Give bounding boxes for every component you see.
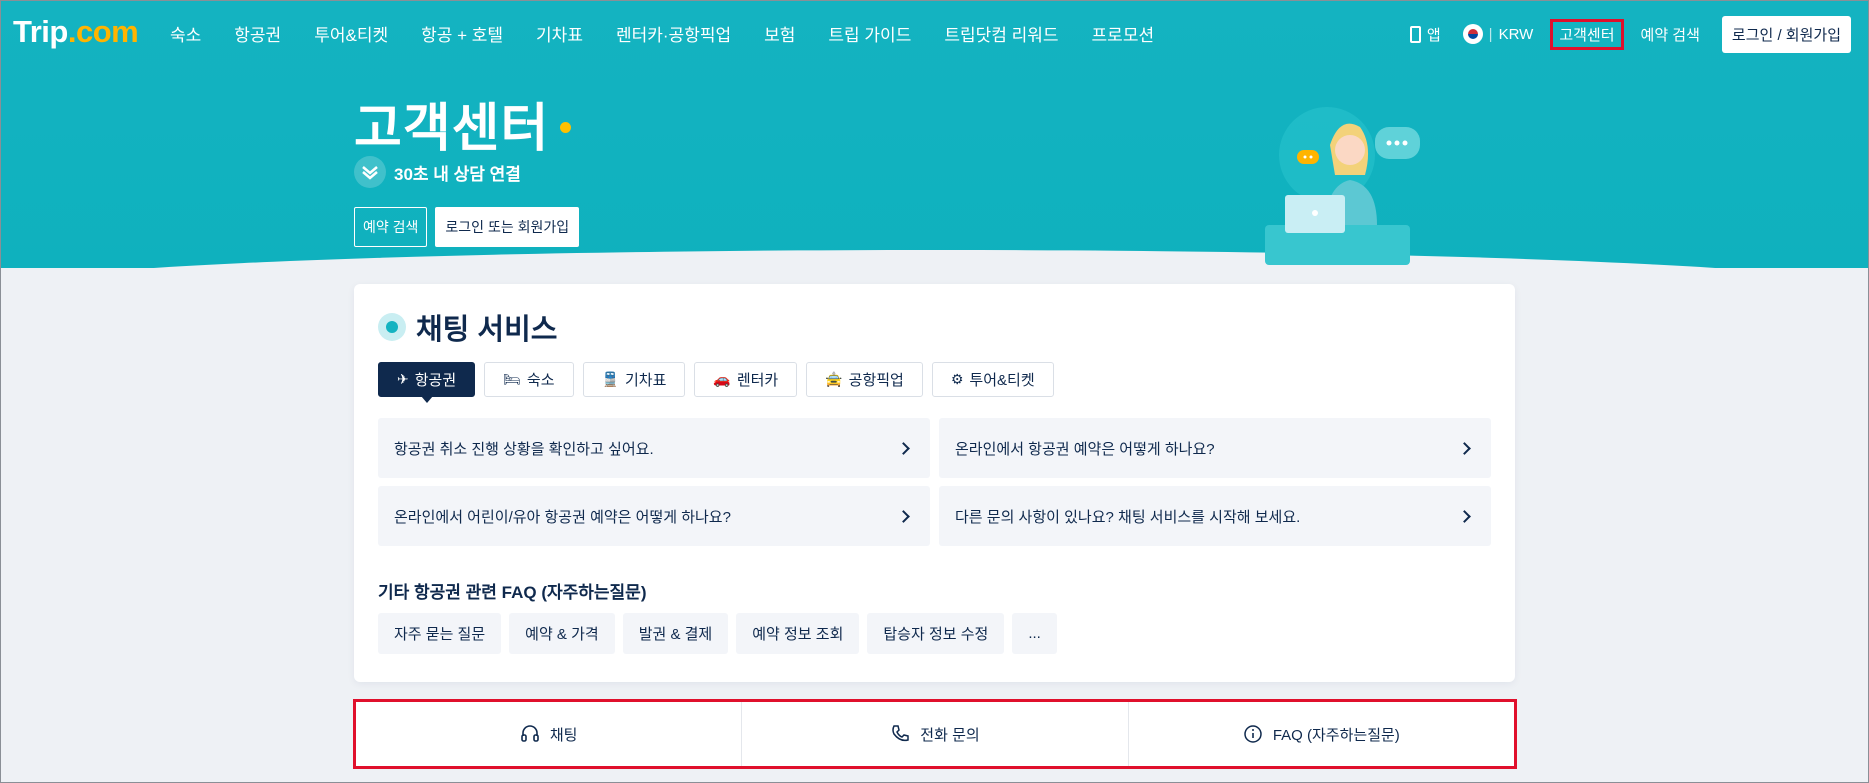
contact-options-bar: 채팅 전화 문의 FAQ (자주하는질문): [353, 699, 1517, 769]
faq-chip[interactable]: 자주 묻는 질문: [378, 613, 502, 654]
info-icon: [1244, 725, 1262, 743]
tab-label: 숙소: [526, 372, 555, 389]
nav-link-insurance[interactable]: 보험: [764, 21, 795, 46]
currency-label: KRW: [1498, 25, 1534, 43]
korea-flag-icon: [1462, 24, 1483, 44]
chat-option-label: 채팅: [549, 726, 578, 744]
faq-chip[interactable]: 발권 & 결제: [622, 613, 729, 654]
faq-option-label: FAQ (자주하는질문): [1272, 726, 1400, 744]
plane-icon: ✈: [397, 371, 409, 387]
tab-label: 투어&티켓: [969, 372, 1035, 389]
nav-link-promotions[interactable]: 프로모션: [1092, 21, 1155, 46]
nav-link-rewards[interactable]: 트립닷컴 리워드: [944, 21, 1058, 46]
nav-link-hotels[interactable]: 숙소: [170, 21, 201, 46]
chevron-right-icon: [1458, 441, 1471, 455]
faq-chips: 자주 묻는 질문 예약 & 가격 발권 & 결제 예약 정보 조회 탑승자 정보…: [378, 613, 1057, 654]
tab-airport-pickup[interactable]: 🚖 공항픽업: [806, 362, 923, 397]
booking-search-link[interactable]: 예약 검색: [1641, 24, 1700, 45]
response-badge: 30초 내 상담 연결: [354, 156, 521, 188]
status-dot-icon: [378, 313, 406, 341]
ticket-icon: ⚙: [950, 371, 964, 387]
faq-section-label: 기타 항공권 관련 FAQ (자주하는질문): [378, 583, 647, 602]
question-list: 항공권 취소 진행 상황을 확인하고 싶어요. 온라인에서 항공권 예약은 어떻…: [378, 418, 1491, 546]
question-text: 온라인에서 어린이/유아 항공권 예약은 어떻게 하나요?: [394, 508, 731, 526]
login-signup-button[interactable]: 로그인 / 회원가입: [1721, 15, 1851, 53]
badge-text: 30초 내 상담 연결: [394, 164, 521, 184]
faq-chip[interactable]: 예약 & 가격: [509, 613, 615, 654]
category-tabs: ✈ 항공권 🛏 숙소 🚆 기차표 🚗 렌터카 🚖 공항픽업 ⚙ 투어&티켓: [378, 362, 1054, 403]
customer-center-link[interactable]: 고객센터: [1550, 18, 1624, 50]
faq-chip[interactable]: 예약 정보 조회: [736, 613, 860, 654]
chat-option[interactable]: 채팅: [356, 702, 743, 766]
faq-option[interactable]: FAQ (자주하는질문): [1129, 702, 1514, 766]
hero-booking-search-button[interactable]: 예약 검색: [354, 207, 428, 247]
app-link[interactable]: 앱: [1409, 24, 1441, 45]
bed-icon: 🛏: [503, 371, 521, 387]
nav-link-flights[interactable]: 항공권: [234, 21, 281, 46]
tab-label: 공항픽업: [848, 372, 904, 389]
question-item[interactable]: 온라인에서 어린이/유아 항공권 예약은 어떻게 하나요?: [378, 486, 930, 546]
separator: |: [1488, 25, 1493, 43]
tab-trains[interactable]: 🚆 기차표: [582, 362, 686, 397]
question-text: 다른 문의 사항이 있나요? 채팅 서비스를 시작해 보세요.: [955, 508, 1301, 526]
question-text: 항공권 취소 진행 상황을 확인하고 싶어요.: [394, 440, 654, 458]
chat-service-card: 채팅 서비스 ✈ 항공권 🛏 숙소 🚆 기차표 🚗 렌터카 🚖 공항픽업 ⚙ 투…: [354, 284, 1515, 682]
chat-service-header: 채팅 서비스: [378, 306, 557, 348]
question-item[interactable]: 다른 문의 사항이 있나요? 채팅 서비스를 시작해 보세요.: [939, 486, 1491, 546]
app-label: 앱: [1426, 26, 1441, 44]
top-nav: Trip.com 숙소 항공권 투어&티켓 항공 + 호텔 기차표 렌터카·공항…: [0, 0, 1869, 66]
tab-label: 항공권: [414, 372, 457, 389]
support-agent-illustration: [1265, 107, 1420, 265]
train-icon: 🚆: [601, 371, 619, 387]
nav-link-trains[interactable]: 기차표: [536, 21, 583, 46]
nav-right: 앱 | KRW 고객센터 예약 검색 로그인 / 회원가입: [1409, 15, 1851, 53]
chevron-right-icon: [897, 441, 910, 455]
car-icon: 🚗: [713, 371, 731, 387]
tab-label: 기차표: [624, 372, 667, 389]
nav-link-tours[interactable]: 투어&티켓: [314, 21, 388, 46]
nav-link-car-rental[interactable]: 렌터카·공항픽업: [616, 21, 731, 46]
currency-selector[interactable]: | KRW: [1462, 24, 1534, 44]
pickup-icon: 🚖: [825, 371, 843, 387]
title-accent-dot: [560, 122, 571, 133]
hero-login-button[interactable]: 로그인 또는 회원가입: [435, 207, 580, 247]
phone-option[interactable]: 전화 문의: [742, 702, 1129, 766]
chevron-right-icon: [897, 509, 910, 523]
tab-hotels[interactable]: 🛏 숙소: [484, 362, 574, 397]
phone-icon: [892, 725, 910, 742]
chevron-right-icon: [1458, 509, 1471, 523]
question-item[interactable]: 온라인에서 항공권 예약은 어떻게 하나요?: [939, 418, 1491, 478]
hero-buttons: 예약 검색 로그인 또는 회원가입: [354, 207, 580, 247]
chat-service-title: 채팅 서비스: [416, 314, 558, 346]
trip-logo[interactable]: Trip.com: [13, 14, 139, 50]
question-text: 온라인에서 항공권 예약은 어떻게 하나요?: [955, 440, 1215, 458]
page-title: 고객센터: [354, 100, 550, 158]
tab-label: 렌터카: [736, 372, 779, 389]
question-item[interactable]: 항공권 취소 진행 상황을 확인하고 싶어요.: [378, 418, 930, 478]
headset-icon: [521, 725, 539, 742]
tab-car-rental[interactable]: 🚗 렌터카: [694, 362, 798, 397]
phone-option-label: 전화 문의: [920, 726, 980, 744]
customer-center-label: 고객센터: [1550, 18, 1624, 50]
nav-links: 숙소 항공권 투어&티켓 항공 + 호텔 기차표 렌터카·공항픽업 보험 트립 …: [170, 21, 1187, 46]
nav-link-flight-hotel[interactable]: 항공 + 호텔: [421, 21, 503, 46]
tab-flights[interactable]: ✈ 항공권: [378, 362, 476, 403]
tab-tours[interactable]: ⚙ 투어&티켓: [931, 362, 1054, 397]
chevron-badge-icon: [354, 156, 386, 188]
faq-more-chip[interactable]: ...: [1012, 613, 1057, 654]
nav-link-guide[interactable]: 트립 가이드: [828, 21, 911, 46]
mobile-icon: [1409, 25, 1421, 43]
faq-chip[interactable]: 탑승자 정보 수정: [867, 613, 1005, 654]
